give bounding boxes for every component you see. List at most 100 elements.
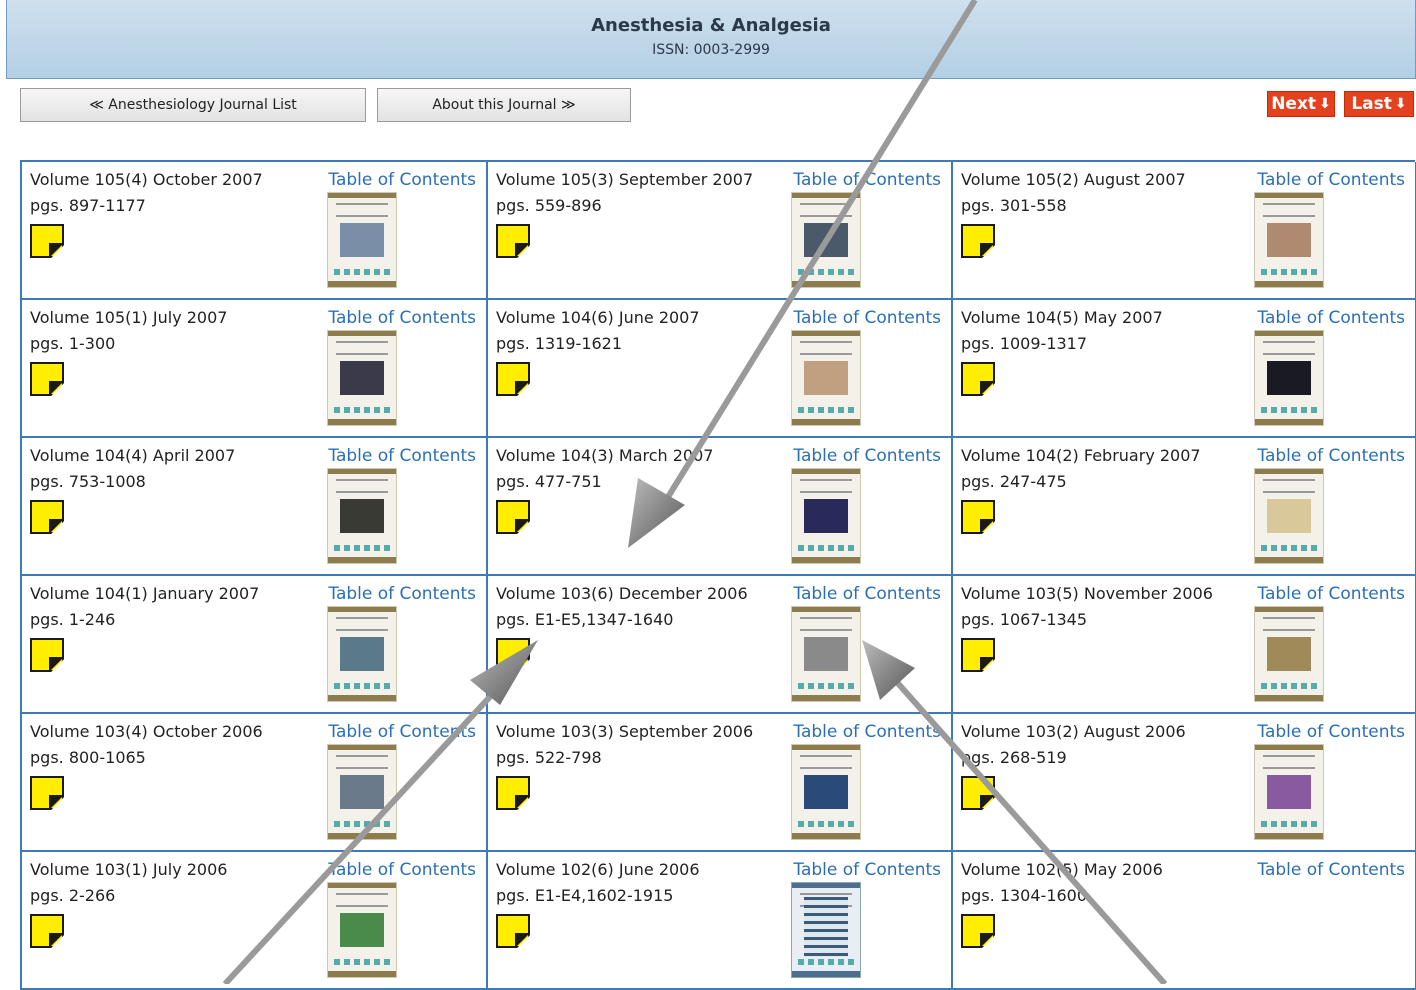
sticky-note-icon[interactable] (961, 776, 995, 810)
table-of-contents-link[interactable]: Table of Contents (1257, 584, 1405, 604)
issue-pages: pgs. E1-E4,1602-1915 (496, 886, 674, 905)
journal-list-button[interactable]: ≪ Anesthesiology Journal List (20, 88, 366, 122)
issue-cover-image[interactable] (1254, 606, 1324, 702)
issue-volume: Volume 103(6) December 2006 (496, 584, 748, 603)
table-of-contents-link[interactable]: Table of Contents (793, 446, 941, 466)
issue-cover-image[interactable] (1254, 330, 1324, 426)
issue-cover-image[interactable] (327, 606, 397, 702)
issue-cover-image[interactable] (791, 882, 861, 978)
table-of-contents-link[interactable]: Table of Contents (1257, 722, 1405, 742)
issue-cell: Volume 104(2) February 2007 pgs. 247-475 T… (953, 438, 1416, 576)
issue-cover-image[interactable] (327, 468, 397, 564)
issue-pages: pgs. 268-519 (961, 748, 1067, 767)
issue-cover-image[interactable] (1254, 192, 1324, 288)
table-of-contents-link[interactable]: Table of Contents (793, 170, 941, 190)
about-journal-button[interactable]: About this Journal ≫ (377, 88, 631, 122)
issue-volume: Volume 105(2) August 2007 (961, 170, 1186, 189)
table-of-contents-link[interactable]: Table of Contents (1257, 446, 1405, 466)
sticky-note-icon[interactable] (961, 224, 995, 258)
journal-header: Anesthesia & Analgesia ISSN: 0003-2999 (6, 0, 1416, 79)
sticky-note-icon[interactable] (961, 362, 995, 396)
table-of-contents-link[interactable]: Table of Contents (1257, 170, 1405, 190)
table-of-contents-link[interactable]: Table of Contents (328, 446, 476, 466)
table-of-contents-link[interactable]: Table of Contents (328, 860, 476, 880)
issue-cell: Volume 105(4) October 2007 pgs. 897-1177 T… (22, 162, 488, 300)
issue-cell: Volume 103(5) November 2006 pgs. 1067-134… (953, 576, 1416, 714)
sticky-note-icon[interactable] (30, 362, 64, 396)
sticky-note-icon[interactable] (496, 224, 530, 258)
issue-pages: pgs. 1304-1600 (961, 886, 1088, 905)
issue-volume: Volume 103(4) October 2006 (30, 722, 263, 741)
issue-cell: Volume 104(6) June 2007 pgs. 1319-1621 Tab… (488, 300, 953, 438)
issue-cover-image[interactable] (327, 744, 397, 840)
issue-cover-image[interactable] (791, 468, 861, 564)
issue-cover-image[interactable] (327, 882, 397, 978)
issue-cover-image[interactable] (1254, 468, 1324, 564)
table-of-contents-link[interactable]: Table of Contents (793, 722, 941, 742)
sticky-note-icon[interactable] (30, 224, 64, 258)
last-label: Last (1351, 94, 1392, 114)
sticky-note-icon[interactable] (496, 362, 530, 396)
issue-cover-image[interactable] (327, 330, 397, 426)
issue-pages: pgs. 559-896 (496, 196, 602, 215)
issue-pages: pgs. 1-300 (30, 334, 116, 353)
issue-volume: Volume 104(3) March 2007 (496, 446, 714, 465)
sticky-note-icon[interactable] (30, 914, 64, 948)
issue-volume: Volume 104(2) February 2007 (961, 446, 1201, 465)
journal-issn: ISSN: 0003-2999 (652, 42, 770, 58)
issue-cover-image[interactable] (327, 192, 397, 288)
issue-cell: Volume 102(6) June 2006 pgs. E1-E4,1602-1… (488, 852, 953, 990)
issue-cell: Volume 103(1) July 2006 pgs. 2-266 Table o… (22, 852, 488, 990)
issue-cover-image[interactable] (791, 744, 861, 840)
issue-cover-image[interactable] (791, 606, 861, 702)
issue-cell: Volume 103(3) September 2006 pgs. 522-798… (488, 714, 953, 852)
sticky-note-icon[interactable] (30, 776, 64, 810)
sticky-note-icon[interactable] (961, 914, 995, 948)
sticky-note-icon[interactable] (496, 776, 530, 810)
issue-pages: pgs. 1319-1621 (496, 334, 623, 353)
table-of-contents-link[interactable]: Table of Contents (328, 308, 476, 328)
sticky-note-icon[interactable] (961, 638, 995, 672)
sticky-note-icon[interactable] (30, 500, 64, 534)
issue-volume: Volume 103(5) November 2006 (961, 584, 1213, 603)
arrow-down-icon: ⬇ (1394, 96, 1407, 112)
sticky-note-icon[interactable] (496, 914, 530, 948)
sticky-note-icon[interactable] (30, 638, 64, 672)
sticky-note-icon[interactable] (496, 500, 530, 534)
issue-cell: Volume 103(4) October 2006 pgs. 800-1065 T… (22, 714, 488, 852)
sticky-note-icon[interactable] (961, 500, 995, 534)
issue-pages: pgs. 2-266 (30, 886, 116, 905)
table-of-contents-link[interactable]: Table of Contents (1257, 308, 1405, 328)
issue-cell: Volume 105(3) September 2007 pgs. 559-896… (488, 162, 953, 300)
issue-volume: Volume 105(4) October 2007 (30, 170, 263, 189)
issue-pages: pgs. 1-246 (30, 610, 116, 629)
table-of-contents-link[interactable]: Table of Contents (1257, 860, 1405, 880)
table-of-contents-link[interactable]: Table of Contents (793, 860, 941, 880)
table-of-contents-link[interactable]: Table of Contents (328, 584, 476, 604)
issue-pages: pgs. 753-1008 (30, 472, 146, 491)
issue-pages: pgs. 247-475 (961, 472, 1067, 491)
table-of-contents-link[interactable]: Table of Contents (793, 308, 941, 328)
issue-cover-image[interactable] (791, 192, 861, 288)
sticky-note-icon[interactable] (496, 638, 530, 672)
issue-cell: Volume 105(1) July 2007 pgs. 1-300 Table o… (22, 300, 488, 438)
issue-cover-image[interactable] (1254, 744, 1324, 840)
issue-pages: pgs. 897-1177 (30, 196, 146, 215)
table-of-contents-link[interactable]: Table of Contents (328, 722, 476, 742)
next-label: Next (1271, 94, 1317, 114)
next-button[interactable]: Next ⬇ (1267, 91, 1335, 117)
issue-volume: Volume 103(1) July 2006 (30, 860, 228, 879)
last-button[interactable]: Last ⬇ (1344, 91, 1414, 117)
issue-volume: Volume 103(3) September 2006 (496, 722, 754, 741)
issue-volume: Volume 105(1) July 2007 (30, 308, 228, 327)
issue-cover-image[interactable] (791, 330, 861, 426)
issue-cell: Volume 104(1) January 2007 pgs. 1-246 Tabl… (22, 576, 488, 714)
issue-cell: Volume 105(2) August 2007 pgs. 301-558 Tab… (953, 162, 1416, 300)
issue-cell: Volume 104(3) March 2007 pgs. 477-751 Tabl… (488, 438, 953, 576)
issue-grid: Volume 105(4) October 2007 pgs. 897-1177 T… (20, 160, 1416, 990)
table-of-contents-link[interactable]: Table of Contents (328, 170, 476, 190)
table-of-contents-link[interactable]: Table of Contents (793, 584, 941, 604)
issue-volume: Volume 102(5) May 2006 (961, 860, 1163, 879)
journal-title: Anesthesia & Analgesia (591, 15, 831, 36)
issue-cell: Volume 103(2) August 2006 pgs. 268-519 Tab… (953, 714, 1416, 852)
